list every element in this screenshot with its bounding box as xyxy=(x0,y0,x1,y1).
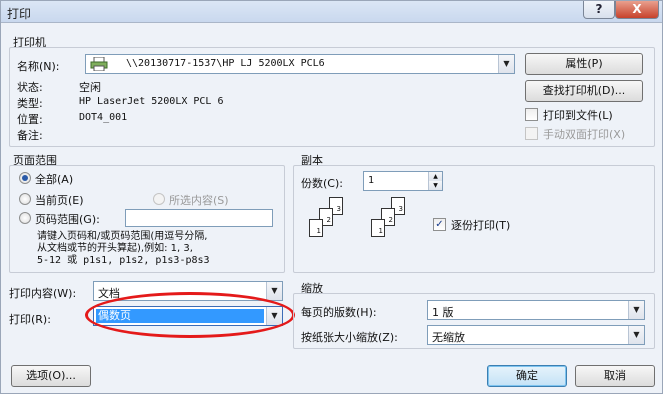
close-button[interactable]: X xyxy=(615,1,659,19)
spinner-buttons[interactable]: ▲ ▼ xyxy=(428,172,442,190)
title-bar[interactable]: 打印 ? X xyxy=(1,1,662,23)
page-range-all-radio[interactable] xyxy=(19,172,31,184)
print-value: 偶数页 xyxy=(96,309,264,323)
page-range-input[interactable] xyxy=(125,209,273,227)
page-range-current-radio[interactable] xyxy=(19,193,31,205)
find-printer-button[interactable]: 查找打印机(D)... xyxy=(525,80,643,102)
printer-status-value: 空闲 xyxy=(79,81,101,94)
chevron-down-icon[interactable]: ▼ xyxy=(628,301,644,319)
properties-button[interactable]: 属性(P) xyxy=(525,53,643,75)
print-to-file-label: 打印到文件(L) xyxy=(543,109,613,122)
page-range-current-label: 当前页(E) xyxy=(35,194,84,207)
window-title: 打印 xyxy=(7,7,32,21)
printer-where-value: DOT4_001 xyxy=(79,112,128,123)
scale-value: 无缩放 xyxy=(432,331,465,344)
print-label: 打印(R): xyxy=(9,313,51,326)
help-button[interactable]: ? xyxy=(583,1,615,19)
printer-name-select[interactable]: \\20130717-1537\HP LJ 5200LX PCL6 ▼ xyxy=(85,54,515,74)
pages-per-sheet-select[interactable]: 1 版 ▼ xyxy=(427,300,645,320)
pages-per-sheet-value: 1 版 xyxy=(432,306,454,319)
printer-icon xyxy=(90,57,108,71)
manual-duplex-checkbox[interactable] xyxy=(525,127,538,140)
chevron-down-icon[interactable]: ▼ xyxy=(498,55,514,73)
copies-count-label: 份数(C): xyxy=(301,177,343,190)
printer-status-label: 状态: xyxy=(17,81,43,94)
print-what-label: 打印内容(W): xyxy=(9,287,77,300)
printer-name-label: 名称(N): xyxy=(17,60,60,73)
pages-per-sheet-label: 每页的版数(H): xyxy=(301,306,377,319)
collate-label: 逐份打印(T) xyxy=(451,219,511,232)
collate-checkbox[interactable]: ✓ xyxy=(433,218,446,231)
chevron-down-icon[interactable]: ▼ xyxy=(266,282,282,300)
printer-type-label: 类型: xyxy=(17,97,43,110)
manual-duplex-label: 手动双面打印(X) xyxy=(543,128,626,141)
copies-count-spinner[interactable]: 1 ▲ ▼ xyxy=(363,171,443,191)
page-range-selection-radio[interactable] xyxy=(153,193,165,205)
printer-comment-label: 备注: xyxy=(17,129,43,142)
copies-count-value: 1 xyxy=(368,175,375,186)
page-icon: 1 xyxy=(309,219,323,237)
page-icon: 1 xyxy=(371,219,385,237)
printer-type-value: HP LaserJet 5200LX PCL 6 xyxy=(79,96,224,107)
options-button[interactable]: 选项(O)... xyxy=(11,365,91,387)
page-range-selection-label: 所选内容(S) xyxy=(169,194,229,207)
print-to-file-checkbox[interactable] xyxy=(525,108,538,121)
printer-where-label: 位置: xyxy=(17,113,43,126)
print-what-select[interactable]: 文档 ▼ xyxy=(93,281,283,301)
scale-label: 按纸张大小缩放(Z): xyxy=(301,331,398,344)
page-range-hint-line3: 5-12 或 p1s1, p1s2, p1s3-p8s3 xyxy=(37,255,210,266)
page-range-pages-radio[interactable] xyxy=(19,212,31,224)
print-select[interactable]: 偶数页 ▼ xyxy=(93,306,283,326)
ok-button[interactable]: 确定 xyxy=(487,365,567,387)
page-range-hint-line1: 请键入页码和/或页码范围(用逗号分隔, xyxy=(37,231,208,242)
printer-name-value: \\20130717-1537\HP LJ 5200LX PCL6 xyxy=(126,58,325,69)
scale-select[interactable]: 无缩放 ▼ xyxy=(427,325,645,345)
print-dialog: 打印 ? X 打印机 名称(N): \\20130717-1537\HP LJ … xyxy=(0,0,663,394)
chevron-down-icon[interactable]: ▼ xyxy=(429,181,442,190)
chevron-down-icon[interactable]: ▼ xyxy=(628,326,644,344)
page-range-hint-line2: 从文档或节的开头算起),例如: 1, 3, xyxy=(37,243,193,254)
page-range-all-label: 全部(A) xyxy=(35,173,74,186)
cancel-button[interactable]: 取消 xyxy=(575,365,655,387)
chevron-down-icon[interactable]: ▼ xyxy=(266,307,282,325)
page-range-pages-label: 页码范围(G): xyxy=(35,213,100,226)
chevron-up-icon[interactable]: ▲ xyxy=(429,172,442,181)
print-what-value: 文档 xyxy=(98,287,120,300)
